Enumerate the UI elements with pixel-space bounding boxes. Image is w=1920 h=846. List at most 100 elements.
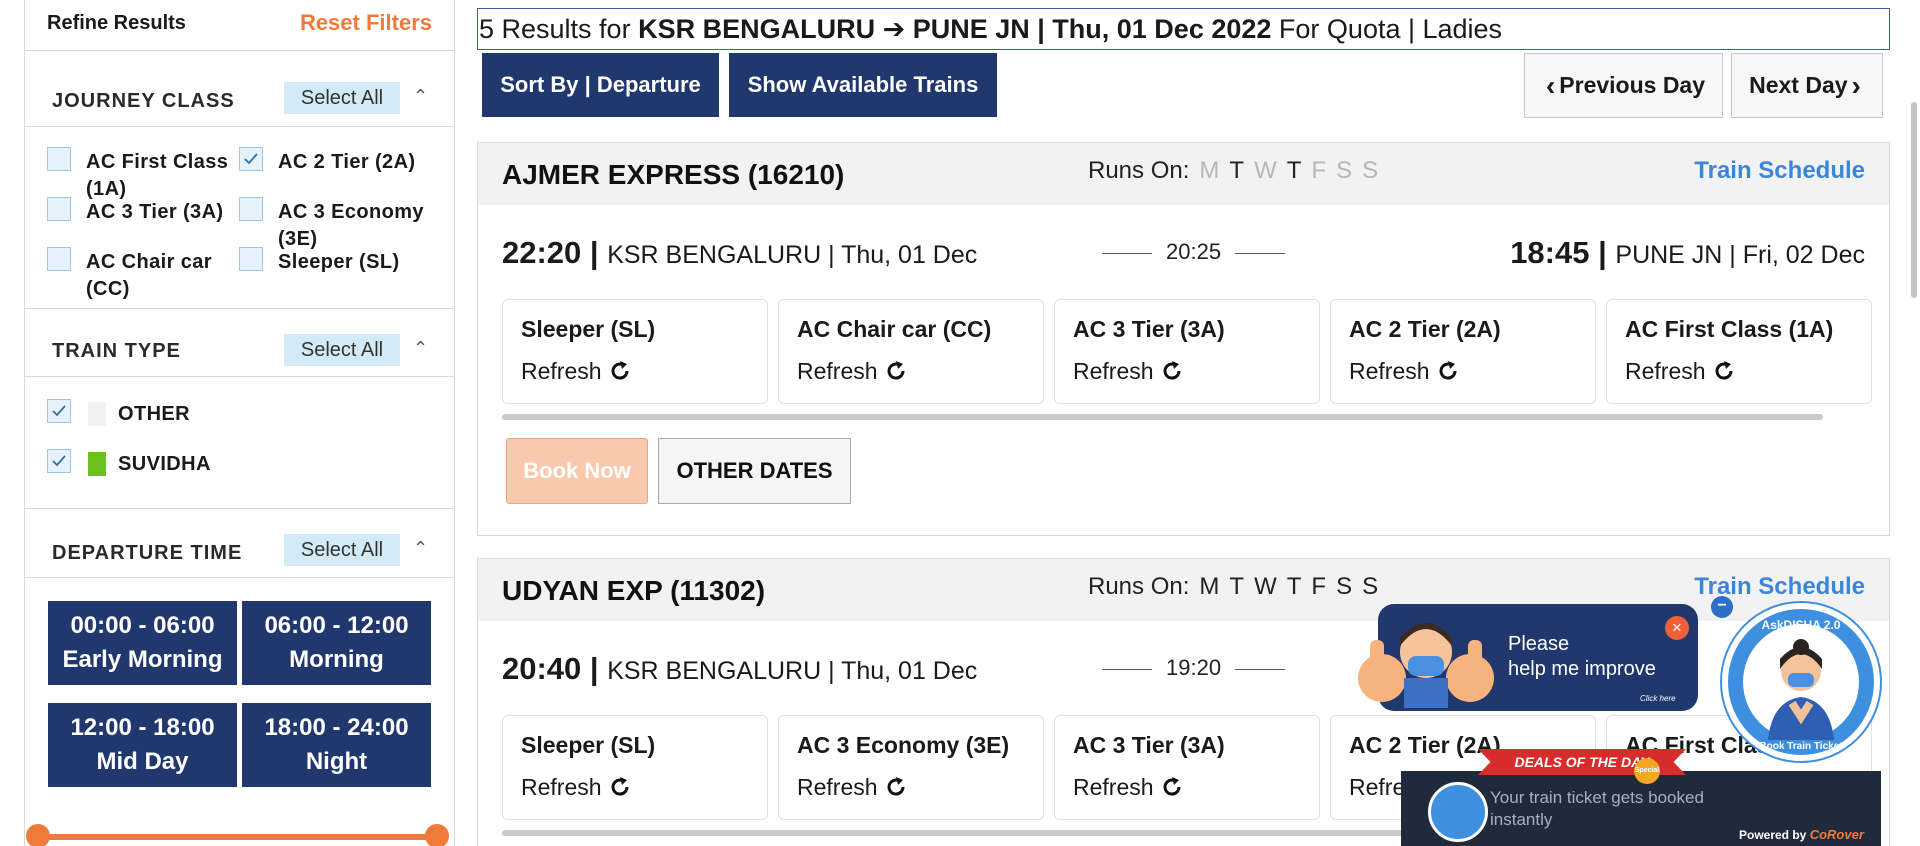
- class-list-scrollbar[interactable]: [502, 414, 1823, 420]
- checkbox[interactable]: [239, 247, 263, 271]
- other-dates-button[interactable]: OTHER DATES: [658, 438, 851, 504]
- close-icon[interactable]: ×: [1665, 616, 1689, 640]
- time-slot-range: 18:00 - 24:00: [264, 714, 409, 741]
- feedback-line-2: help me improve: [1508, 658, 1656, 680]
- refresh-availability[interactable]: Refresh: [1625, 358, 1736, 385]
- train-type-collapse-icon[interactable]: ⌃: [413, 338, 428, 359]
- time-slot-name: Early Morning: [62, 646, 223, 673]
- checkmark-icon: [52, 405, 66, 417]
- checkbox[interactable]: [47, 247, 71, 271]
- previous-day-button[interactable]: ‹ Previous Day: [1524, 53, 1723, 118]
- show-available-trains-button[interactable]: Show Available Trains: [729, 53, 997, 117]
- askdisha-chatbot-launcher[interactable]: AskDISHA 2.0 Book Train Ticket: [1722, 603, 1880, 761]
- results-summary: 5 Results for KSR BENGALURU ➔ PUNE JN | …: [477, 8, 1890, 50]
- filter-sidebar: Refine Results Reset Filters JOURNEY CLA…: [24, 0, 455, 846]
- time-slot-range: 00:00 - 06:00: [70, 612, 215, 639]
- checkbox-label: AC 3 Tier (3A): [86, 201, 224, 223]
- refresh-availability[interactable]: Refresh: [521, 774, 632, 801]
- runs-on: Runs On: M T W T F S S: [1088, 573, 1378, 601]
- time-slot-night[interactable]: 18:00 - 24:00 Night: [242, 703, 431, 787]
- departure: 20:40 | KSR BENGALURU | Thu, 01 Dec: [502, 651, 978, 686]
- checkbox[interactable]: [47, 147, 71, 171]
- refresh-icon: [887, 361, 905, 380]
- refresh-icon: [1163, 361, 1181, 380]
- runs-on-day: T: [1229, 157, 1245, 184]
- book-now-button[interactable]: Book Now: [506, 438, 648, 504]
- checkbox[interactable]: [47, 197, 71, 221]
- deals-line-1: Your train ticket gets booked: [1490, 788, 1704, 807]
- refresh-availability[interactable]: Refresh: [1073, 774, 1184, 801]
- assistant-thumbs-up-illustration: [1358, 623, 1494, 708]
- refresh-label: Refresh: [521, 774, 602, 800]
- journey-class-select-all[interactable]: Select All: [284, 82, 400, 114]
- departure-time-select-all[interactable]: Select All: [284, 534, 400, 566]
- time-slot-morning[interactable]: 06:00 - 12:00 Morning: [242, 601, 431, 685]
- class-availability-card[interactable]: Sleeper (SL) Refresh: [502, 299, 768, 404]
- refresh-availability[interactable]: Refresh: [1349, 358, 1460, 385]
- class-availability-card[interactable]: AC 3 Tier (3A) Refresh: [1054, 715, 1320, 820]
- page-scrollbar[interactable]: [1911, 102, 1917, 298]
- class-name: AC 2 Tier (2A): [1349, 316, 1501, 342]
- feedback-text: Please help me improve: [1508, 632, 1656, 682]
- results-count: 5 Results for: [479, 14, 631, 44]
- arrival: 18:45 | PUNE JN | Fri, 02 Dec: [1510, 235, 1865, 270]
- divider: [25, 126, 454, 127]
- departure-time-collapse-icon[interactable]: ⌃: [413, 538, 428, 559]
- time-slot-early-morning[interactable]: 00:00 - 06:00 Early Morning: [48, 601, 237, 685]
- refresh-availability[interactable]: Refresh: [797, 358, 908, 385]
- refresh-label: Refresh: [521, 358, 602, 384]
- runs-on-days: MTWTFSS: [1189, 573, 1378, 600]
- refresh-availability[interactable]: Refresh: [521, 358, 632, 385]
- class-availability-card[interactable]: AC 3 Economy (3E) Refresh: [778, 715, 1044, 820]
- askdisha-brand: AskDISHA 2.0: [1762, 618, 1841, 632]
- time-slot-mid-day[interactable]: 12:00 - 18:00 Mid Day: [48, 703, 237, 787]
- runs-on-day: F: [1311, 573, 1327, 600]
- minimize-icon[interactable]: −: [1711, 596, 1733, 618]
- class-availability-card[interactable]: AC First Class (1A) Refresh: [1606, 299, 1872, 404]
- refresh-icon: [887, 777, 905, 796]
- arrival-station: PUNE JN | Fri, 02 Dec: [1615, 241, 1865, 269]
- time-range-slider-start-handle[interactable]: [26, 824, 50, 846]
- deals-text: Your train ticket gets booked instantly: [1490, 787, 1704, 831]
- reset-filters-link[interactable]: Reset Filters: [300, 10, 432, 36]
- departure-station: KSR BENGALURU | Thu, 01 Dec: [607, 657, 978, 685]
- class-name: AC 3 Tier (3A): [1073, 732, 1225, 758]
- divider: [25, 376, 454, 377]
- train-type-select-all[interactable]: Select All: [284, 334, 400, 366]
- chevron-right-icon: ›: [1851, 70, 1861, 101]
- train-name: AJMER EXPRESS (16210): [502, 159, 845, 190]
- checkbox[interactable]: [239, 147, 263, 171]
- sidebar-title: Refine Results: [47, 12, 186, 34]
- divider: [25, 308, 454, 309]
- class-name: AC Chair car (CC): [797, 316, 992, 342]
- previous-day-label: Previous Day: [1559, 72, 1706, 98]
- class-availability-card[interactable]: AC Chair car (CC) Refresh: [778, 299, 1044, 404]
- refresh-availability[interactable]: Refresh: [1073, 358, 1184, 385]
- time-slot-name: Morning: [289, 646, 384, 673]
- train-name: UDYAN EXP (11302): [502, 575, 766, 606]
- checkmark-icon: [52, 455, 66, 467]
- refresh-availability[interactable]: Refresh: [797, 774, 908, 801]
- class-availability-card[interactable]: Sleeper (SL) Refresh: [502, 715, 768, 820]
- runs-on-day: F: [1311, 157, 1327, 184]
- checkbox[interactable]: [47, 399, 71, 423]
- class-name: AC 2 Tier (2A): [1349, 732, 1501, 758]
- class-availability-card[interactable]: AC 2 Tier (2A) Refresh: [1330, 299, 1596, 404]
- journey-class-collapse-icon[interactable]: ⌃: [413, 86, 428, 107]
- checkbox[interactable]: [47, 449, 71, 473]
- sort-by-button[interactable]: Sort By | Departure: [482, 53, 719, 117]
- runs-on-day: S: [1336, 157, 1353, 184]
- train-type-title: TRAIN TYPE: [52, 340, 181, 362]
- time-range-slider[interactable]: [37, 834, 447, 840]
- train-timings: 22:20 | KSR BENGALURU | Thu, 01 Dec 20:2…: [478, 235, 1889, 275]
- divider: [25, 577, 454, 578]
- arrival-time: 18:45: [1510, 235, 1590, 270]
- class-name: AC 3 Economy (3E): [797, 732, 1010, 758]
- next-day-button[interactable]: Next Day ›: [1731, 53, 1883, 118]
- checkbox-label: AC Chair car (CC): [86, 251, 212, 300]
- class-availability-card[interactable]: AC 3 Tier (3A) Refresh: [1054, 299, 1320, 404]
- time-range-slider-end-handle[interactable]: [425, 824, 449, 846]
- train-schedule-link[interactable]: Train Schedule: [1694, 157, 1865, 185]
- refresh-label: Refresh: [1625, 358, 1706, 384]
- checkbox[interactable]: [239, 197, 263, 221]
